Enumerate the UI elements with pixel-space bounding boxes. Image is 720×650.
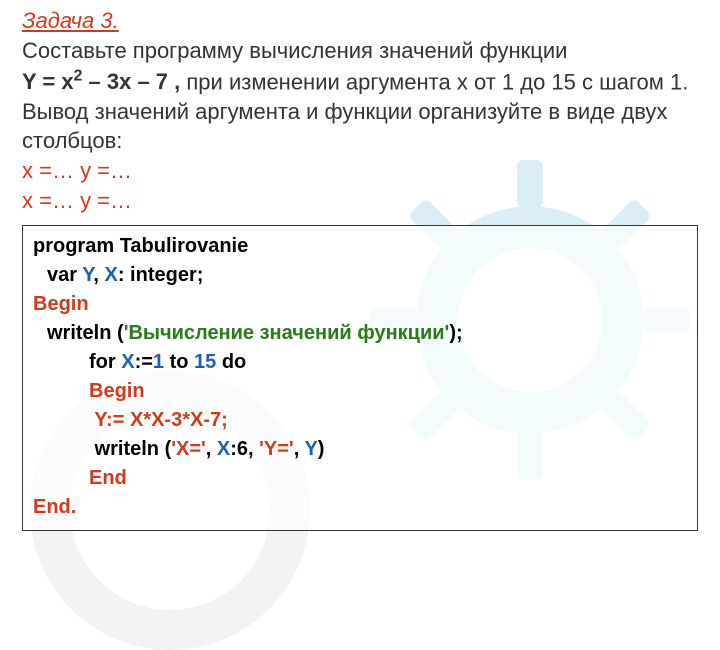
output-row-1: x =… y =… xyxy=(22,158,132,183)
task-title: Задача 3. xyxy=(22,8,698,34)
code-line-4: writeln ('Вычисление значений функции'); xyxy=(33,319,687,348)
code-line-6: Begin xyxy=(33,377,687,406)
code-line-5: for X:=1 to 15 do xyxy=(33,348,687,377)
formula-pre: Y = x xyxy=(22,69,74,94)
code-line-2: var Y, X: integer; xyxy=(33,261,687,290)
code-line-9: End xyxy=(33,464,687,493)
formula-post: – 3x – 7 , xyxy=(82,69,180,94)
code-line-8: writeln ('X=', X:6, 'Y=', Y) xyxy=(33,435,687,464)
code-line-7: Y:= X*X-3*X-7; xyxy=(33,406,687,435)
code-line-10: End. xyxy=(33,493,687,522)
code-box: program Tabulirovanie var Y, X: integer;… xyxy=(22,225,698,531)
output-row-2: x =… y =… xyxy=(22,188,132,213)
slide-content: Задача 3. Составьте программу вычисления… xyxy=(0,0,720,215)
problem-text: Составьте программу вычисления значений … xyxy=(22,36,698,215)
code-line-3: Begin xyxy=(33,290,687,319)
code-line-1: program Tabulirovanie xyxy=(33,232,687,261)
problem-p1: Составьте программу вычисления значений … xyxy=(22,38,567,63)
